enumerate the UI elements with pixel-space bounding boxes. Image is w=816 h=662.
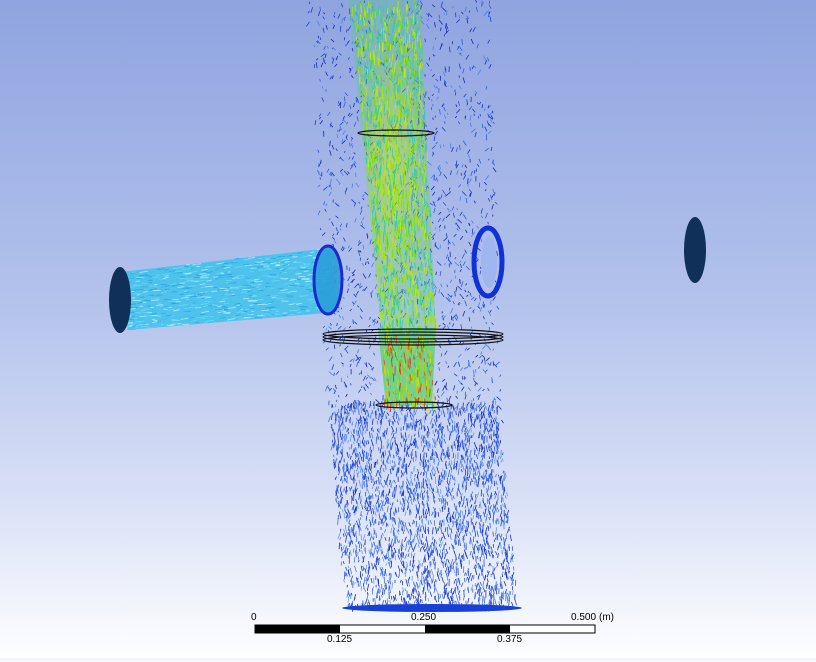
outlet-disc [684,217,706,283]
scale-label-0-500: 0.500 [571,612,597,623]
scale-bar [254,624,596,634]
scale-label-0-250: 0.250 [411,612,437,623]
status-strip [0,658,816,662]
scale-unit: (m) [599,612,614,623]
scale-label-0-125: 0.125 [327,634,353,645]
velocity-vector-plot [109,0,706,634]
scale-label-0-375: 0.375 [497,634,523,645]
scale-label-0: 0 [251,612,257,623]
cfd-3d-viewport[interactable]: 0 0.250 0.500 (m) 0.125 0.375 [0,0,816,662]
side-port-right [471,225,505,299]
side-pipe [120,244,344,330]
pipe-inlet-disc [109,267,131,333]
jet-core [348,0,438,415]
bottom-outlet [342,604,522,612]
